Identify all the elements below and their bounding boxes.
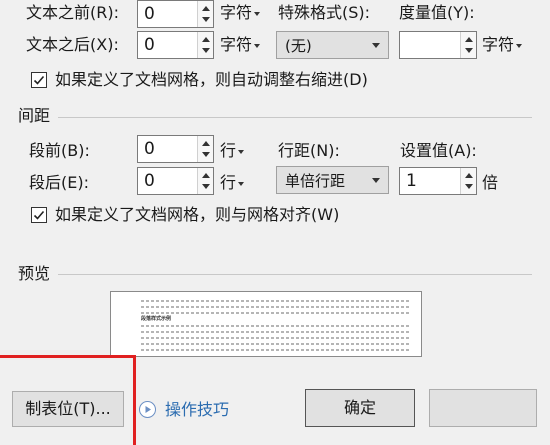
caret-down-icon bbox=[238, 149, 245, 154]
special-format-label: 特殊格式(S): bbox=[278, 3, 371, 22]
indent-after-unit[interactable]: 字符 bbox=[220, 35, 261, 55]
line-spacing-label: 行距(N): bbox=[278, 141, 340, 160]
preview-line bbox=[141, 300, 411, 302]
spinner-arrows-icon[interactable] bbox=[197, 32, 213, 58]
preview-sample-text: 段落样式示例 bbox=[141, 316, 172, 322]
preview-line bbox=[141, 331, 411, 333]
spacing-after-unit[interactable]: 行 bbox=[220, 173, 245, 193]
spacing-section-title: 间距 bbox=[18, 106, 51, 125]
indent-after-label: 文本之后(X): bbox=[26, 35, 119, 54]
dropdown-arrow-icon bbox=[372, 178, 380, 183]
setting-value: 1 bbox=[406, 171, 417, 191]
caret-down-icon bbox=[516, 43, 523, 48]
spacing-grid-label: 如果定义了文档网格，则与网格对齐(W) bbox=[55, 205, 340, 224]
spacing-before-label: 段前(B): bbox=[29, 141, 90, 160]
section-divider bbox=[58, 274, 532, 275]
preview-line bbox=[141, 337, 411, 339]
preview-line bbox=[141, 343, 411, 345]
indent-after-value: 0 bbox=[144, 35, 155, 55]
spacing-grid-checkbox[interactable] bbox=[31, 207, 47, 223]
highlight-box bbox=[0, 355, 136, 445]
spinner-arrows-icon[interactable] bbox=[460, 32, 476, 58]
indent-before-label: 文本之前(R): bbox=[26, 3, 119, 22]
measure-unit[interactable]: 字符 bbox=[482, 35, 523, 55]
indent-before-unit[interactable]: 字符 bbox=[220, 3, 261, 23]
spacing-after-spinner[interactable]: 0 bbox=[137, 167, 214, 195]
preview-line bbox=[141, 306, 411, 308]
spacing-after-value: 0 bbox=[144, 171, 155, 191]
special-format-value: (无) bbox=[285, 37, 312, 55]
measure-spinner[interactable] bbox=[399, 31, 477, 59]
checkmark-icon bbox=[33, 210, 45, 220]
section-divider bbox=[58, 117, 532, 118]
preview-pane: 段落样式示例 bbox=[110, 291, 422, 357]
setting-value-spinner[interactable]: 1 bbox=[399, 167, 477, 195]
caret-down-icon bbox=[254, 43, 261, 48]
caret-down-icon bbox=[238, 181, 245, 186]
spacing-before-unit[interactable]: 行 bbox=[220, 141, 245, 161]
spacing-before-value: 0 bbox=[144, 139, 155, 159]
preview-section-title: 预览 bbox=[18, 264, 51, 283]
indent-before-spinner[interactable]: 0 bbox=[137, 0, 214, 28]
setting-unit: 倍 bbox=[482, 173, 499, 192]
spinner-arrows-icon[interactable] bbox=[197, 1, 213, 27]
measure-label: 度量值(Y): bbox=[399, 3, 475, 22]
special-format-dropdown[interactable]: (无) bbox=[276, 31, 389, 59]
spinner-arrows-icon[interactable] bbox=[460, 168, 476, 194]
setting-value-label: 设置值(A): bbox=[400, 141, 477, 160]
indent-grid-label: 如果定义了文档网格，则自动调整右缩进(D) bbox=[55, 70, 368, 89]
spinner-arrows-icon[interactable] bbox=[197, 168, 213, 194]
spacing-after-label: 段后(E): bbox=[29, 173, 89, 192]
play-tips-icon[interactable] bbox=[139, 401, 156, 418]
preview-line bbox=[141, 312, 411, 314]
line-spacing-dropdown[interactable]: 单倍行距 bbox=[276, 166, 389, 194]
dropdown-arrow-icon bbox=[372, 43, 380, 48]
indent-grid-checkbox[interactable] bbox=[31, 72, 47, 88]
preview-line bbox=[141, 325, 411, 327]
preview-line bbox=[141, 349, 411, 351]
checkmark-icon bbox=[33, 75, 45, 85]
spacing-before-spinner[interactable]: 0 bbox=[137, 135, 214, 163]
tips-link[interactable]: 操作技巧 bbox=[165, 400, 229, 420]
cancel-button[interactable] bbox=[429, 389, 537, 427]
indent-after-spinner[interactable]: 0 bbox=[137, 31, 214, 59]
spinner-arrows-icon[interactable] bbox=[197, 136, 213, 162]
indent-before-value: 0 bbox=[144, 4, 155, 24]
line-spacing-value: 单倍行距 bbox=[285, 172, 346, 190]
caret-down-icon bbox=[254, 11, 261, 16]
ok-button[interactable]: 确定 bbox=[305, 389, 415, 427]
